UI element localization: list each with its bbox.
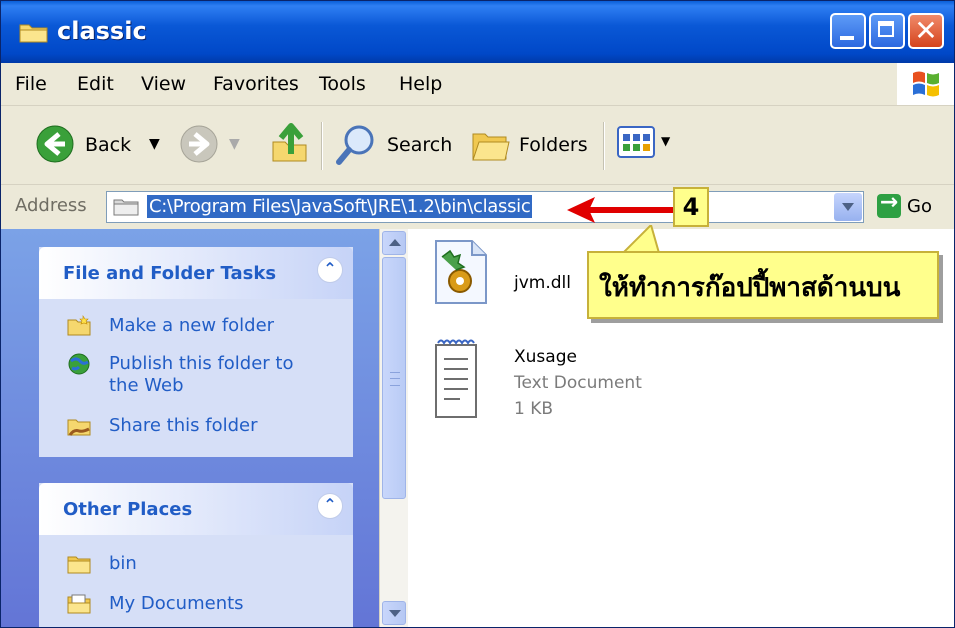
file-folder-tasks-header[interactable]: File and Folder Tasks ⌃ <box>39 247 353 299</box>
folders-button[interactable]: Folders <box>467 118 591 170</box>
task-label: Share this folder <box>109 415 258 436</box>
panel-title: Other Places <box>63 499 193 520</box>
instruction-text: ให้ทำการก๊อปปี้พาสด้านบน <box>599 273 901 303</box>
go-label: Go <box>907 196 932 217</box>
my-documents-icon <box>67 594 91 614</box>
folder-icon <box>67 556 91 574</box>
search-label: Search <box>387 134 453 156</box>
task-label: Make a new folder <box>109 315 275 336</box>
go-arrow-icon <box>877 190 901 218</box>
forward-dropdown-icon[interactable]: ▼ <box>229 136 240 152</box>
menu-favorites[interactable]: Favorites <box>213 73 299 95</box>
address-bar: Address C:\Program Files\JavaSoft\JRE\1.… <box>1 185 954 229</box>
globe-icon <box>68 353 90 375</box>
close-button[interactable]: ✕ <box>908 13 944 49</box>
go-button[interactable]: Go <box>875 190 947 223</box>
place-label: bin <box>109 553 137 574</box>
menu-help[interactable]: Help <box>399 73 442 95</box>
back-button[interactable]: Back ▼ <box>15 118 165 170</box>
task-pane: File and Folder Tasks ⌃ Make a new folde… <box>1 229 379 627</box>
forward-button[interactable]: ▼ <box>175 118 255 170</box>
scroll-down-button[interactable] <box>382 601 406 625</box>
window-title: classic <box>57 17 147 45</box>
toolbar-separator <box>321 122 323 170</box>
minimize-button[interactable] <box>830 13 866 49</box>
step-number-badge: 4 <box>673 187 709 227</box>
file-type: Text Document <box>514 373 642 393</box>
views-icon <box>617 126 655 158</box>
scroll-thumb[interactable] <box>382 257 406 499</box>
maximize-button[interactable] <box>869 13 905 49</box>
address-dropdown-button[interactable] <box>834 193 862 221</box>
views-button[interactable]: ▼ <box>617 124 683 164</box>
file-name: jvm.dll <box>514 273 571 293</box>
search-icon <box>336 125 374 165</box>
folder-icon <box>19 24 48 43</box>
collapse-button[interactable]: ⌃ <box>317 493 343 519</box>
instruction-callout: ให้ทำการก๊อปปี้พาสด้านบน <box>587 251 939 319</box>
close-icon: ✕ <box>914 14 938 47</box>
windows-flag-icon <box>913 71 939 97</box>
dll-file-icon <box>435 240 487 304</box>
address-input[interactable]: C:\Program Files\JavaSoft\JRE\1.2\bin\cl… <box>106 191 864 223</box>
panel-title: File and Folder Tasks <box>63 263 277 284</box>
back-dropdown-icon[interactable]: ▼ <box>149 136 160 152</box>
chevron-up-icon: ⌃ <box>323 495 337 514</box>
toolbar-separator <box>603 122 605 170</box>
menu-tools[interactable]: Tools <box>319 73 366 95</box>
up-button[interactable] <box>267 118 313 170</box>
toolbar: Back ▼ ▼ Search Folders ▼ <box>1 106 954 185</box>
task-label: Publish this folder to the Web <box>109 353 294 396</box>
callout-tail <box>621 225 661 253</box>
step-number: 4 <box>682 193 700 221</box>
file-item[interactable]: Xusage Text Document 1 KB <box>428 337 668 427</box>
forward-arrow-icon <box>180 125 218 163</box>
folder-icon <box>113 199 139 216</box>
back-label: Back <box>85 134 132 156</box>
menu-edit[interactable]: Edit <box>77 73 114 95</box>
vertical-scrollbar[interactable] <box>379 229 408 627</box>
back-arrow-icon <box>36 125 74 163</box>
folders-icon <box>472 133 510 161</box>
address-path: C:\Program Files\JavaSoft\JRE\1.2\bin\cl… <box>147 195 533 218</box>
collapse-button[interactable]: ⌃ <box>317 257 343 283</box>
scroll-up-button[interactable] <box>382 231 406 255</box>
place-label: My Documents <box>109 593 244 614</box>
other-places-header[interactable]: Other Places ⌃ <box>39 483 353 535</box>
other-places-panel: Other Places ⌃ bin My Documents <box>39 483 353 627</box>
text-document-icon <box>435 339 477 418</box>
chevron-up-icon: ⌃ <box>323 259 337 278</box>
new-folder-icon <box>67 315 91 336</box>
windows-logo <box>897 63 954 105</box>
title-bar[interactable]: classic ✕ <box>1 1 954 63</box>
search-button[interactable]: Search <box>333 118 453 170</box>
file-folder-tasks-panel: File and Folder Tasks ⌃ Make a new folde… <box>39 247 353 457</box>
views-dropdown-icon: ▼ <box>661 134 671 148</box>
file-name: Xusage <box>514 347 577 367</box>
explorer-window: classic ✕ File Edit View Favorites Tools… <box>0 0 955 628</box>
share-folder-icon <box>67 419 91 436</box>
file-size: 1 KB <box>514 399 554 419</box>
folder-up-icon <box>272 123 307 162</box>
grip-icon <box>390 372 400 386</box>
folders-label: Folders <box>519 134 588 156</box>
address-label: Address <box>15 195 87 216</box>
menu-bar: File Edit View Favorites Tools Help <box>1 63 954 106</box>
menu-view[interactable]: View <box>141 73 186 95</box>
menu-file[interactable]: File <box>15 73 47 95</box>
